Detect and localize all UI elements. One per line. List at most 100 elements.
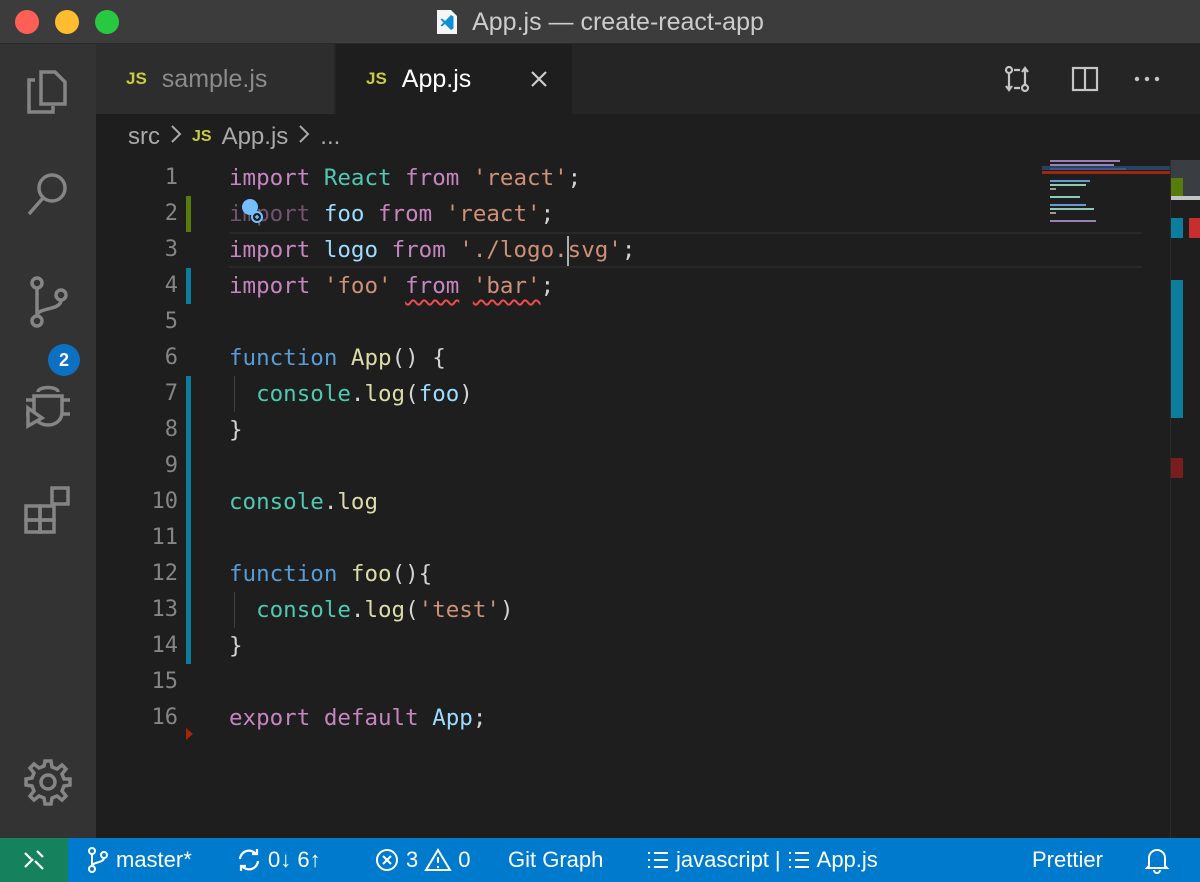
debug-icon[interactable]	[18, 374, 78, 434]
code-line[interactable]: 6 function App() {	[96, 340, 1168, 376]
gutter-change-marker[interactable]	[186, 484, 191, 520]
code-token: }	[229, 417, 243, 443]
sync-item[interactable]: 0↓ 6↑	[236, 838, 321, 882]
line-number: 13	[151, 597, 179, 622]
code-token: .	[350, 597, 365, 623]
code-line[interactable]: 8}	[96, 412, 1168, 448]
code-line[interactable]: 16 export default App;	[96, 700, 1168, 740]
status-file: App.js	[816, 847, 878, 872]
code-line[interactable]: 1 import React from 'react';	[96, 160, 1168, 196]
code-token: export	[229, 705, 324, 731]
code-token: console	[229, 381, 351, 407]
list-icon	[648, 852, 668, 868]
code-token: log	[364, 597, 406, 623]
code-line[interactable]: 15	[96, 664, 1168, 700]
line-number: 11	[151, 525, 179, 550]
minimap-line	[1050, 160, 1120, 162]
lightbulb-icon[interactable]	[240, 196, 264, 226]
sync-icon	[238, 849, 260, 871]
open-changes-icon[interactable]	[1002, 64, 1032, 94]
search-icon[interactable]	[18, 164, 78, 224]
error-icon	[376, 849, 398, 871]
code-line[interactable]: 3 import logo from './logo.svg';	[96, 232, 1168, 268]
minimap-line	[1050, 188, 1056, 190]
minimap-line	[1050, 212, 1056, 214]
gutter-change-marker[interactable]	[186, 196, 191, 232]
minimap[interactable]	[1042, 160, 1170, 250]
minimap-line	[1050, 204, 1086, 206]
line-number: 9	[164, 453, 178, 478]
vscode-file-icon	[437, 10, 458, 34]
code-line[interactable]: 10 console.log	[96, 484, 1168, 520]
gutter-change-marker[interactable]	[186, 412, 191, 448]
gutter-change-marker[interactable]	[186, 628, 191, 664]
tab-app-js[interactable]: JS App.js	[336, 44, 572, 114]
gutter-change-marker[interactable]	[186, 520, 191, 556]
gutter-change-marker[interactable]	[186, 448, 191, 484]
gutter-change-marker[interactable]	[186, 556, 191, 592]
code-line[interactable]: 7 console.log(foo)	[96, 376, 1168, 412]
explorer-icon[interactable]	[18, 60, 78, 120]
code-token: App	[432, 705, 473, 731]
language-item[interactable]: javascript | App.js	[646, 838, 878, 882]
settings-gear-icon[interactable]	[18, 752, 78, 812]
line-number: 12	[151, 561, 179, 586]
gutter-change-marker[interactable]	[186, 268, 191, 304]
overview-ruler-scrollbar[interactable]	[1170, 160, 1200, 838]
code-line[interactable]: 9	[96, 448, 1168, 484]
remote-indicator-icon[interactable]	[0, 838, 68, 882]
code-token: ;	[540, 273, 555, 299]
line-number: 15	[151, 669, 179, 694]
code-token: 'test'	[418, 597, 500, 623]
js-file-icon: JS	[192, 128, 212, 145]
code-editor[interactable]: 1 import React from 'react'; 2 import foo f…	[96, 160, 1168, 838]
code-text: console.log	[229, 484, 378, 520]
tab-sample-js[interactable]: JS sample.js	[96, 44, 334, 114]
git-graph-item[interactable]: Git Graph	[508, 838, 603, 882]
close-tab-icon[interactable]	[526, 66, 552, 92]
code-text: console.log(foo)	[229, 376, 473, 412]
split-editor-icon[interactable]	[1070, 64, 1100, 94]
code-token: from	[378, 201, 446, 227]
overview-deleted-marker	[1171, 458, 1183, 478]
code-token: console	[229, 489, 324, 515]
code-line[interactable]: 11	[96, 520, 1168, 556]
code-token: 'bar'	[472, 273, 541, 299]
overview-error-marker	[1189, 218, 1200, 238]
line-number: 6	[164, 345, 178, 370]
status-bar: master* 0↓ 6↑ 3 0 Git Graph javascript |…	[0, 838, 1200, 882]
code-token: function	[229, 561, 351, 587]
source-control-icon[interactable]	[18, 272, 78, 332]
line-number: 14	[151, 633, 179, 658]
gutter-change-marker[interactable]	[186, 376, 191, 412]
breadcrumb-more[interactable]: ...	[320, 123, 340, 151]
line-number: 2	[164, 201, 178, 226]
code-token: import	[229, 237, 324, 263]
gutter-change-marker[interactable]	[186, 592, 191, 628]
line-number: 10	[151, 489, 179, 514]
code-line[interactable]: 4 import 'foo' from 'bar';	[96, 268, 1168, 304]
list-icon	[788, 852, 809, 868]
code-token: logo	[323, 237, 392, 263]
line-number: 1	[164, 165, 178, 190]
problems-item[interactable]: 3 0	[374, 838, 471, 882]
gutter-deleted-marker[interactable]	[186, 728, 193, 740]
prettier-item[interactable]: Prettier	[1032, 838, 1103, 882]
code-line[interactable]: 12 function foo(){	[96, 556, 1168, 592]
overview-change-marker	[1171, 218, 1183, 238]
minimap-line	[1050, 180, 1090, 182]
extensions-icon[interactable]	[18, 478, 78, 538]
minimap-error-line	[1042, 171, 1170, 174]
code-line[interactable]: 5	[96, 304, 1168, 340]
code-token: )	[459, 381, 473, 407]
breadcrumb-file[interactable]: App.js	[222, 123, 289, 151]
code-line[interactable]: 13 console.log('test')	[96, 592, 1168, 628]
code-token: function	[229, 345, 351, 371]
code-token: React	[323, 165, 406, 191]
branch-item[interactable]: master*	[86, 838, 192, 882]
notifications-bell-icon[interactable]	[1144, 838, 1170, 882]
js-file-icon: JS	[366, 69, 387, 88]
code-line[interactable]: 14}	[96, 628, 1168, 664]
more-actions-icon[interactable]	[1132, 64, 1162, 94]
breadcrumb-folder[interactable]: src	[128, 123, 160, 151]
